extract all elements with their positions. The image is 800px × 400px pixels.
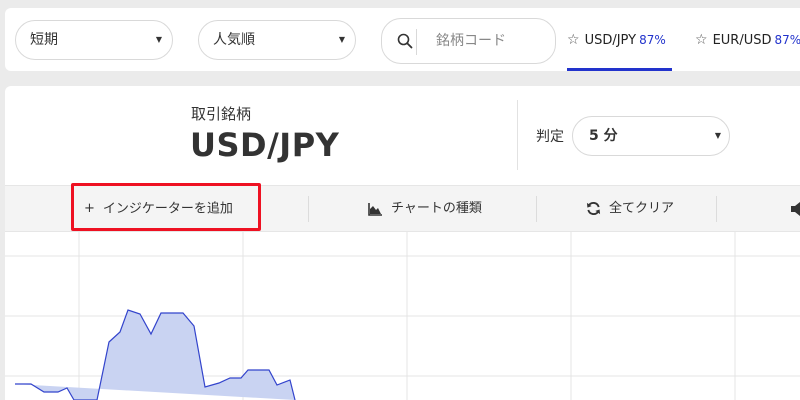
- timeframe-select[interactable]: 5 分 ▼: [572, 116, 730, 156]
- trading-panel: 取引銘柄 USD/JPY 判定 5 分 ▼ + インジケーターを追加 チャートの種…: [5, 86, 800, 400]
- sort-select[interactable]: 人気順 ▼: [198, 20, 356, 60]
- pair-tab-symbol: USD/JPY: [584, 33, 637, 48]
- symbol-search[interactable]: 銘柄コード: [381, 18, 556, 64]
- sort-select-value: 人気順: [213, 32, 255, 48]
- period-select[interactable]: 短期 ▼: [15, 20, 173, 60]
- pair-tab-usdjpy[interactable]: ☆ USD/JPY 87%: [567, 18, 672, 71]
- add-indicator-label: インジケーターを追加: [102, 201, 233, 217]
- pair-tab-rate: 87%: [774, 33, 800, 47]
- judgement-label: 判定: [536, 129, 564, 145]
- star-outline-icon[interactable]: ☆: [695, 32, 708, 48]
- plus-icon: +: [84, 201, 95, 216]
- area-chart-icon: [368, 202, 382, 216]
- speaker-icon: [791, 201, 800, 216]
- price-area: [15, 310, 295, 400]
- pair-tab-symbol: EUR/USD: [712, 33, 772, 48]
- symbol-value: USD/JPY: [190, 126, 340, 164]
- timeframe-select-value: 5 分: [589, 128, 618, 144]
- refresh-icon: [586, 201, 601, 216]
- sound-button[interactable]: [791, 186, 800, 232]
- chart-type-button[interactable]: チャートの種類: [368, 186, 482, 232]
- filter-bar: 短期 ▼ 人気順 ▼ 銘柄コード ☆ USD/JPY 87% ☆ EUR/USD 87%: [5, 8, 800, 71]
- clear-all-button[interactable]: 全てクリア: [586, 186, 674, 232]
- toolbar-separator: [536, 196, 537, 222]
- caret-down-icon: ▼: [338, 35, 345, 44]
- caret-down-icon: ▼: [155, 35, 162, 44]
- toolbar-separator: [716, 196, 717, 222]
- chart-type-label: チャートの種類: [391, 201, 482, 216]
- header-divider: [517, 100, 518, 170]
- add-indicator-button[interactable]: + インジケーターを追加: [72, 186, 260, 232]
- search-icon: [397, 33, 413, 49]
- search-input[interactable]: 銘柄コード: [436, 19, 506, 63]
- symbol-label: 取引銘柄: [191, 105, 252, 123]
- price-chart: [5, 232, 800, 400]
- caret-down-icon: ▼: [714, 131, 721, 140]
- search-divider: [416, 29, 417, 55]
- clear-all-label: 全てクリア: [609, 201, 675, 216]
- star-outline-icon[interactable]: ☆: [567, 32, 580, 48]
- pair-tab-eurusd[interactable]: ☆ EUR/USD 87%: [695, 18, 800, 71]
- toolbar-separator: [308, 196, 309, 222]
- chart-toolbar: + インジケーターを追加 チャートの種類 全てクリア: [5, 183, 800, 232]
- pair-tab-rate: 87%: [639, 33, 666, 47]
- period-select-value: 短期: [30, 32, 58, 48]
